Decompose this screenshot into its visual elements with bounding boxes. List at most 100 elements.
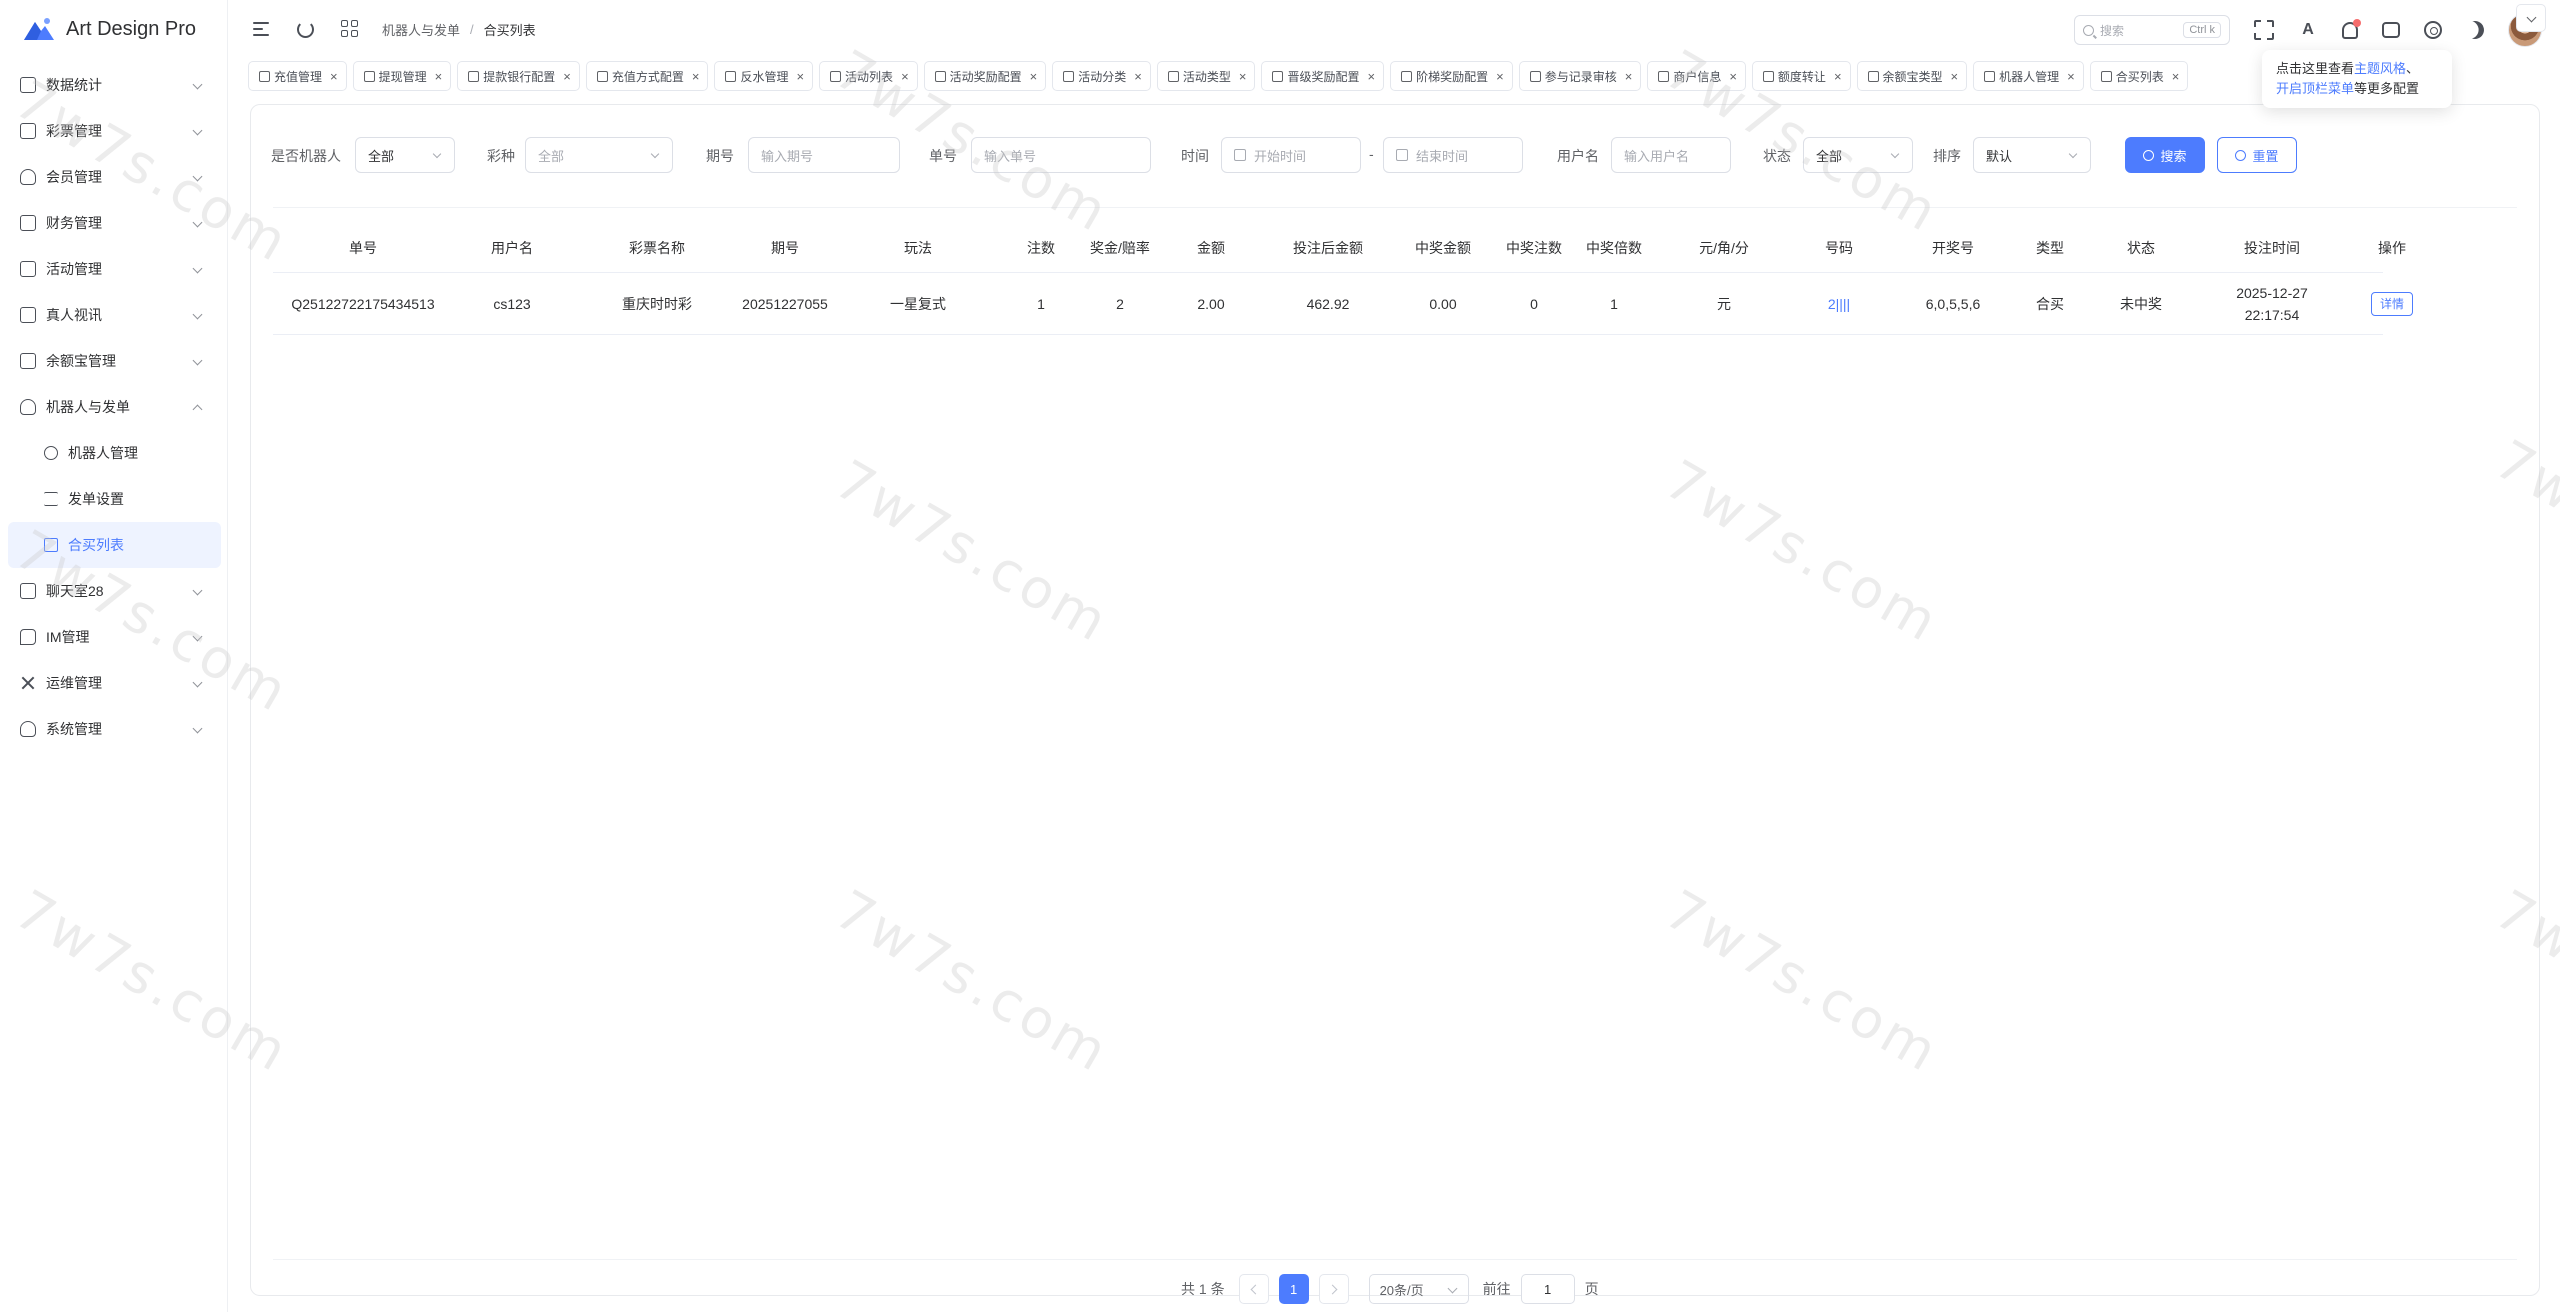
tooltip-theme-link[interactable]: 主题风格 <box>2354 61 2406 76</box>
lottery-filter-select[interactable]: 全部 <box>525 137 673 173</box>
start-time-picker[interactable]: 开始时间 <box>1221 137 1361 173</box>
page-tab[interactable]: 活动分类 × <box>1052 61 1151 91</box>
sidebar-item-label: 运维管理 <box>46 675 102 691</box>
reset-button[interactable]: 重置 <box>2217 137 2297 173</box>
page-tab[interactable]: 商户信息 × <box>1647 61 1746 91</box>
search-button[interactable]: 搜索 <box>2125 137 2205 173</box>
sidebar-subitem-group-buy-list[interactable]: 合买列表 <box>8 522 221 568</box>
global-search[interactable]: 搜索 Ctrl k <box>2074 15 2230 45</box>
sidebar-item-lottery[interactable]: 彩票管理 <box>0 108 227 154</box>
column-header: 奖金/赔率 <box>1090 239 1150 256</box>
close-icon[interactable]: × <box>1030 69 1038 84</box>
page-tab[interactable]: 活动列表 × <box>819 61 918 91</box>
pagination-total: 共 1 条 <box>1181 1281 1225 1297</box>
username-input[interactable]: 输入用户名 <box>1611 137 1731 173</box>
column-header: 用户名 <box>491 239 533 256</box>
close-icon[interactable]: × <box>563 69 571 84</box>
page-tab[interactable]: 充值管理 × <box>248 61 347 91</box>
robot-filter-select[interactable]: 全部 <box>355 137 455 173</box>
goto-page-input[interactable] <box>1520 1274 1575 1304</box>
sidebar-item-live-video[interactable]: 真人视讯 <box>0 292 227 338</box>
close-icon[interactable]: × <box>2172 69 2180 84</box>
close-icon[interactable]: × <box>1951 69 1959 84</box>
chevron-down-icon <box>192 263 203 274</box>
sidebar-item-robots[interactable]: 机器人与发单 <box>0 384 227 430</box>
close-icon[interactable]: × <box>435 69 443 84</box>
detail-button[interactable]: 详情 <box>2370 291 2413 316</box>
sidebar-item-system[interactable]: 系统管理 <box>0 706 227 752</box>
tab-icon <box>1063 70 1075 82</box>
prev-page-button[interactable] <box>1238 1274 1269 1304</box>
filter-form: 是否机器人 全部 彩种 全部 期号 输入期号 单号 输入单号 时间 开始时间 -… <box>251 135 2539 175</box>
cell-bet-time: 2025-12-27 22:17:54 <box>2212 273 2332 334</box>
tab-label: 活动列表 <box>845 69 894 84</box>
sidebar-subitem-order-settings[interactable]: 发单设置 <box>0 476 227 522</box>
bell-icon[interactable] <box>2342 18 2361 39</box>
sidebar-item-yuebao[interactable]: 余额宝管理 <box>0 338 227 384</box>
page-size-select[interactable]: 20条/页 <box>1368 1274 1469 1304</box>
close-icon[interactable]: × <box>692 69 700 84</box>
page-tab[interactable]: 反水管理 × <box>714 61 814 91</box>
page-tab[interactable]: 余额宝类型 × <box>1856 61 1968 91</box>
apps-grid-icon[interactable] <box>340 19 360 39</box>
close-icon[interactable]: × <box>1625 69 1633 84</box>
fullscreen-icon[interactable] <box>2254 20 2274 40</box>
close-icon[interactable]: × <box>2067 69 2075 84</box>
moon-icon[interactable] <box>2463 18 2486 41</box>
close-icon[interactable]: × <box>796 69 804 84</box>
sidebar-item-data-stats[interactable]: 数据统计 <box>0 62 227 108</box>
lottery-filter-placeholder: 全部 <box>538 148 565 164</box>
sidebar-item-label: 彩票管理 <box>46 123 102 139</box>
page-tab[interactable]: 活动奖励配置 × <box>923 61 1047 91</box>
sidebar-item-label: 财务管理 <box>46 215 102 231</box>
page-tab[interactable]: 参与记录审核 × <box>1518 61 1642 91</box>
page-tab[interactable]: 充值方式配置 × <box>585 61 709 91</box>
close-icon[interactable]: × <box>1496 69 1504 84</box>
sort-select[interactable]: 默认 <box>1973 137 2091 173</box>
close-icon[interactable]: × <box>1134 69 1142 84</box>
status-filter-select[interactable]: 全部 <box>1803 137 1913 173</box>
sidebar-item-im[interactable]: IM管理 <box>0 614 227 660</box>
sidebar-item-chatroom[interactable]: 聊天室28 <box>0 568 227 614</box>
sidebar-subitem-robot-manage[interactable]: 机器人管理 <box>0 430 227 476</box>
page-tab[interactable]: 活动类型 × <box>1156 61 1256 91</box>
end-time-picker[interactable]: 结束时间 <box>1383 137 1523 173</box>
next-page-button[interactable] <box>1318 1274 1349 1304</box>
issue-input[interactable]: 输入期号 <box>748 137 900 173</box>
app-logo[interactable]: Art Design Pro <box>0 0 227 58</box>
close-icon[interactable]: × <box>330 69 338 84</box>
page-tab[interactable]: 合买列表 × <box>2089 61 2189 91</box>
translate-icon[interactable]: A <box>2298 20 2318 40</box>
page-number-current[interactable]: 1 <box>1278 1274 1309 1304</box>
column-header: 号码 <box>1825 239 1853 256</box>
page-tab[interactable]: 阶梯奖励配置 × <box>1390 61 1513 91</box>
cell-win-bets: 0 <box>1530 295 1538 312</box>
close-icon[interactable]: × <box>901 69 909 84</box>
calendar-icon <box>1396 149 1408 161</box>
tooltip-topmenu-link[interactable]: 开启顶栏菜单 <box>2276 81 2354 96</box>
page-tab[interactable]: 机器人管理 × <box>1973 61 2084 91</box>
sidebar-item-finance[interactable]: 财务管理 <box>0 200 227 246</box>
close-icon[interactable]: × <box>1834 69 1842 84</box>
tooltip-line-1: 点击这里查看主题风格、 <box>2276 59 2438 79</box>
page-tab[interactable]: 额度转让 × <box>1751 61 1851 91</box>
sidebar-item-members[interactable]: 会员管理 <box>0 154 227 200</box>
close-icon[interactable]: × <box>1729 69 1737 84</box>
menu-toggle-icon[interactable] <box>251 19 271 39</box>
cell-number[interactable]: 2|||| <box>1799 273 1879 334</box>
status-filter-label: 状态 <box>1763 148 1791 164</box>
refresh-icon[interactable] <box>297 20 314 38</box>
close-icon[interactable]: × <box>1239 69 1247 84</box>
sidebar-item-activities[interactable]: 活动管理 <box>0 246 227 292</box>
order-input[interactable]: 输入单号 <box>971 137 1151 173</box>
page-tab[interactable]: 晋级奖励配置 × <box>1261 61 1385 91</box>
tabs-more-button[interactable] <box>2516 4 2546 32</box>
page-tab[interactable]: 提现管理 × <box>352 61 452 91</box>
chat-icon[interactable] <box>2382 22 2400 38</box>
page-tab[interactable]: 提款银行配置 × <box>457 61 580 91</box>
breadcrumb-item[interactable]: 机器人与发单 <box>382 20 460 39</box>
gear-icon[interactable] <box>2424 21 2442 39</box>
sidebar-item-ops[interactable]: 运维管理 <box>0 660 227 706</box>
column-header: 玩法 <box>904 239 932 256</box>
close-icon[interactable]: × <box>1368 69 1376 84</box>
